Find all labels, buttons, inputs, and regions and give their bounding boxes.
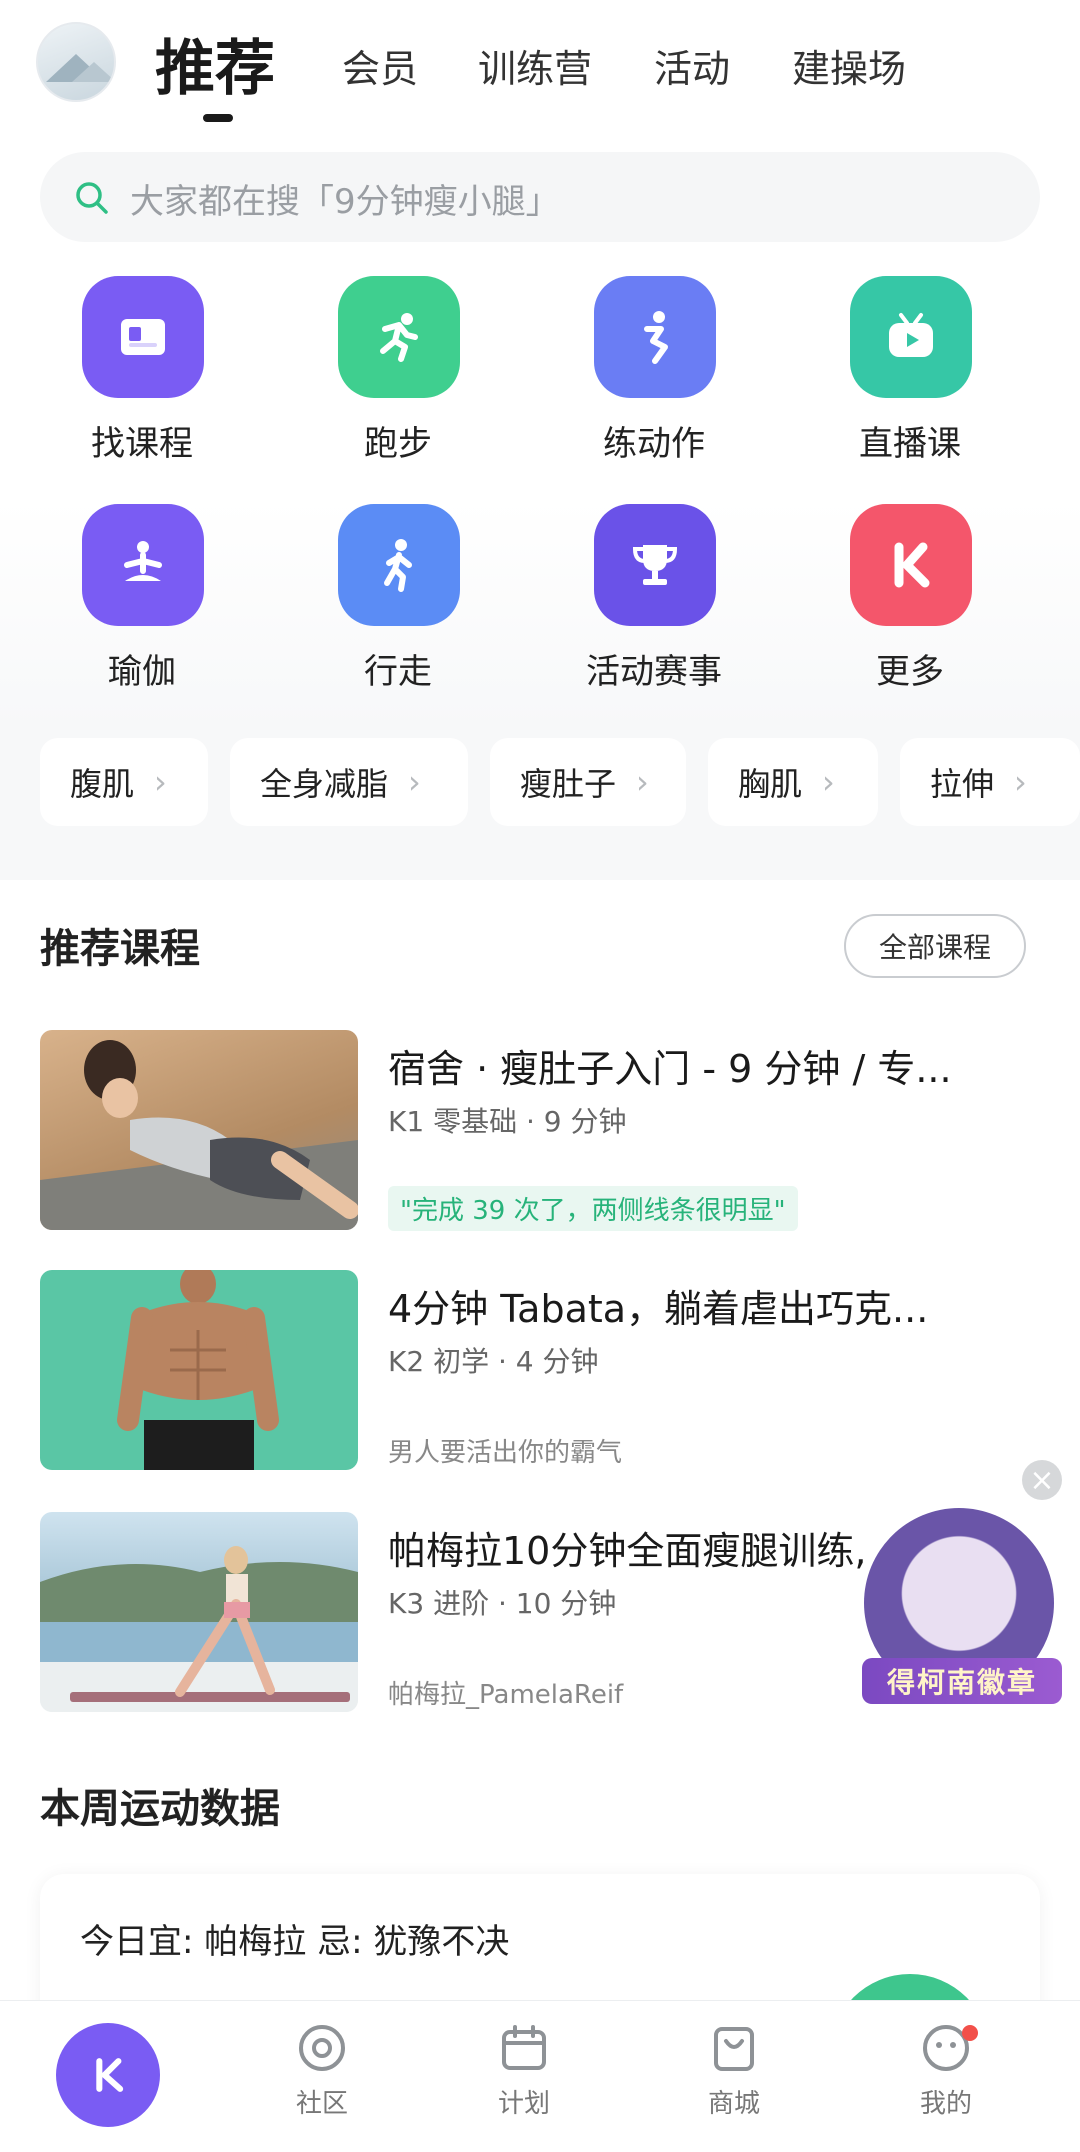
shortcut-label: 找课程 xyxy=(91,424,193,464)
tab-label: 计划 xyxy=(497,2089,550,2119)
chevron-right-icon: › xyxy=(636,763,649,801)
chip-slim-belly[interactable]: 瘦肚子 › xyxy=(490,738,686,826)
badge-label: 得柯南徽章 xyxy=(862,1658,1062,1704)
chip-full-body-fat-loss[interactable]: 全身减脂 › xyxy=(230,738,468,826)
keep-logo-icon xyxy=(850,504,972,626)
shortcut-label: 瑜伽 xyxy=(108,652,176,692)
course-meta: K3 进阶 · 10 分钟 xyxy=(388,1587,617,1620)
avatar[interactable] xyxy=(36,22,116,102)
course-title: 宿舍 · 瘦肚子入门 - 9 分钟 / 专... xyxy=(388,1047,952,1091)
tab-fitness-ground[interactable]: 建操场 xyxy=(792,38,906,93)
tab-label: 我的 xyxy=(919,2089,972,2119)
shopping-bag-icon xyxy=(714,2027,754,2071)
shortcut-label: 跑步 xyxy=(364,424,432,464)
search-input[interactable]: 大家都在搜「9分钟瘦小腿」 xyxy=(40,152,1040,242)
tab-membership[interactable]: 会员 xyxy=(342,38,418,93)
bottom-tab-bar: 社区 计划 商城 我的 xyxy=(0,2000,1080,2152)
course-meta: K2 初学 · 4 分钟 xyxy=(388,1345,599,1378)
all-courses-button[interactable]: 全部课程 xyxy=(844,914,1026,978)
exercise-icon xyxy=(594,276,716,398)
tab-activities[interactable]: 活动 xyxy=(654,38,730,93)
shortcut-label: 直播课 xyxy=(859,424,961,464)
shortcut-running[interactable]: 跑步 xyxy=(298,276,498,476)
book-icon xyxy=(82,276,204,398)
conan-badge-promo[interactable]: 得柯南徽章 xyxy=(862,1508,1062,1704)
shortcut-label: 行走 xyxy=(364,652,432,692)
tab-recommend[interactable]: 推荐 xyxy=(155,20,275,107)
chevron-right-icon: › xyxy=(408,763,421,801)
calendar-icon xyxy=(502,2025,546,2070)
tv-play-icon xyxy=(850,276,972,398)
course-author: 帕梅拉_PamelaReif xyxy=(388,1680,624,1710)
close-icon[interactable]: × xyxy=(1022,1460,1062,1500)
chip-abs[interactable]: 腹肌 › xyxy=(40,738,208,826)
keep-logo-icon xyxy=(96,2058,124,2092)
search-placeholder: 大家都在搜「9分钟瘦小腿」 xyxy=(130,182,560,222)
course-card[interactable]: 4分钟 Tabata，躺着虐出巧克... K2 初学 · 4 分钟 男人要活出你… xyxy=(40,1270,1040,1470)
course-subtitle: 男人要活出你的霸气 xyxy=(388,1438,623,1468)
tab-label: 社区 xyxy=(295,2089,348,2119)
shortcut-find-course[interactable]: 找课程 xyxy=(42,276,242,476)
notification-dot xyxy=(962,2025,978,2041)
daily-tip: 今日宜: 帕梅拉 忌: 犹豫不决 xyxy=(80,1922,510,1962)
shortcut-more[interactable]: 更多 xyxy=(810,504,1010,704)
section-divider xyxy=(0,866,1080,878)
course-review-quote: "完成 39 次了，两侧线条很明显" xyxy=(388,1186,798,1231)
chevron-right-icon: › xyxy=(822,763,835,801)
trophy-icon xyxy=(594,504,716,626)
running-icon xyxy=(338,276,460,398)
shortcut-label: 活动赛事 xyxy=(586,652,722,692)
tab-home[interactable] xyxy=(56,2023,160,2127)
tab-plan[interactable]: 计划 xyxy=(464,2021,584,2141)
tab-me[interactable]: 我的 xyxy=(886,2021,1006,2141)
shortcut-walking[interactable]: 行走 xyxy=(298,504,498,704)
course-thumbnail xyxy=(40,1270,358,1470)
course-card[interactable]: 宿舍 · 瘦肚子入门 - 9 分钟 / 专... K1 零基础 · 9 分钟 "… xyxy=(40,1030,1040,1231)
tab-label: 商城 xyxy=(707,2089,760,2119)
section-title: 推荐课程 xyxy=(40,926,200,972)
tab-store[interactable]: 商城 xyxy=(674,2021,794,2141)
community-icon xyxy=(299,2025,345,2071)
course-title: 4分钟 Tabata，躺着虐出巧克... xyxy=(388,1287,929,1331)
chip-chest[interactable]: 胸肌 › xyxy=(708,738,878,826)
category-chips: 腹肌 › 全身减脂 › 瘦肚子 › 胸肌 › 拉伸 › xyxy=(40,738,1080,826)
chevron-right-icon: › xyxy=(154,763,167,801)
shortcut-label: 练动作 xyxy=(603,424,705,464)
tab-training-camp[interactable]: 训练营 xyxy=(478,38,592,93)
shortcut-label: 更多 xyxy=(876,652,944,692)
chevron-right-icon: › xyxy=(1014,763,1027,801)
course-meta: K1 零基础 · 9 分钟 xyxy=(388,1105,627,1138)
shortcut-events[interactable]: 活动赛事 xyxy=(554,504,754,704)
tab-community[interactable]: 社区 xyxy=(262,2021,382,2141)
shortcut-yoga[interactable]: 瑜伽 xyxy=(42,504,242,704)
top-nav: 推荐 会员 训练营 活动 建操场 xyxy=(0,0,1080,140)
active-tab-indicator xyxy=(203,114,233,122)
section-title: 本周运动数据 xyxy=(40,1786,280,1832)
walking-icon xyxy=(338,504,460,626)
chip-stretch[interactable]: 拉伸 › xyxy=(900,738,1080,826)
shortcut-exercise[interactable]: 练动作 xyxy=(554,276,754,476)
course-thumbnail xyxy=(40,1512,358,1712)
shortcut-live-class[interactable]: 直播课 xyxy=(810,276,1010,476)
yoga-icon xyxy=(82,504,204,626)
search-icon xyxy=(76,182,108,214)
course-thumbnail xyxy=(40,1030,358,1230)
